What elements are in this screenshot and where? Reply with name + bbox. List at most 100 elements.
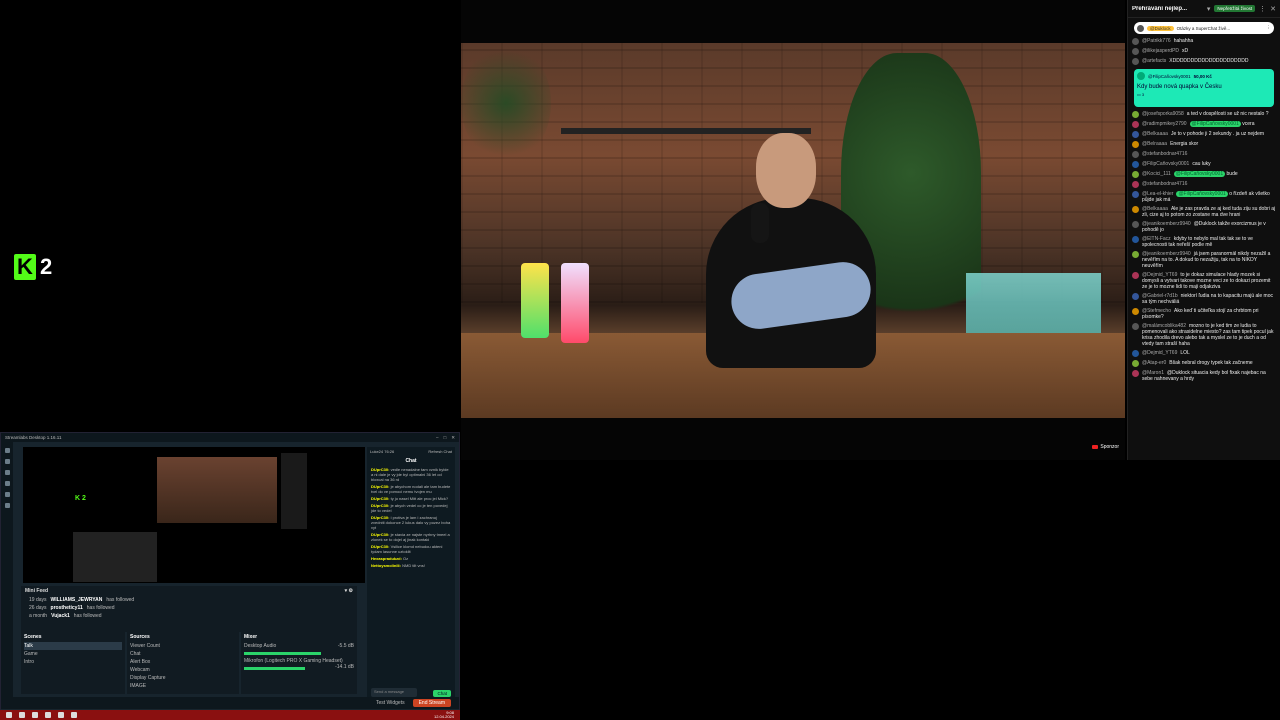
chat-mode-dropdown[interactable]: Přehrávání nejlep... (1132, 6, 1203, 12)
chat-username[interactable]: @Patrikk776 (1142, 38, 1171, 44)
feed-action: has followed (73, 613, 102, 619)
layout-icon[interactable] (4, 492, 10, 497)
source-item[interactable]: Viewer Count (130, 642, 236, 650)
chat-user: Hexaspradukzd: (371, 556, 402, 561)
chat-username[interactable]: @Atap-er0 (1142, 360, 1166, 366)
chat-message: @jeanikoemberz9940 @Duklock takže exorciz… (1132, 221, 1276, 233)
superchat-user: @FilipCaňovsky0001 (1148, 73, 1191, 79)
chat-username[interactable]: @Belkaaaa (1142, 131, 1168, 137)
chat-username[interactable]: @stefanbodnar4716 (1142, 181, 1187, 187)
chat-text: LOL (1180, 350, 1190, 356)
source-item[interactable]: Display Capture (130, 674, 236, 682)
avatar (1132, 58, 1139, 65)
scene-item[interactable]: Talk (24, 642, 122, 650)
filter-icon[interactable]: ▾ ⚙ (345, 588, 353, 594)
chat-message: @FilipCaňovsky0001 cau luky (1132, 161, 1276, 168)
window-titlebar[interactable]: Streamlabs Desktop 1.16.11 – □ ✕ (1, 433, 459, 442)
feed-row: 26 days prostheticy11 has followed (21, 604, 357, 612)
chat-text: xD (1182, 48, 1189, 54)
badge-label: Sponzor (1100, 444, 1119, 450)
chat-send-button[interactable]: Chat (433, 690, 451, 697)
mention-chip[interactable]: @FilipCaňovsky0001 (1173, 171, 1226, 177)
sources-title: Sources (130, 634, 150, 640)
browser-icon[interactable] (32, 712, 38, 718)
bottom-docks: Scenes Talk Game Intro Sources Viewer Co… (21, 632, 357, 694)
theme-icon[interactable] (4, 459, 10, 464)
feed-user: Vujack1 (51, 613, 70, 619)
volume-slider[interactable] (244, 667, 305, 670)
pinned-message[interactable]: @Duklock Otázky a SuperChat živě... ⋮ (1134, 22, 1274, 34)
end-stream-button[interactable]: End Stream (412, 699, 451, 707)
chat-username[interactable]: @Kocici_111 (1142, 171, 1171, 177)
source-item[interactable]: IMAGE (130, 682, 236, 690)
volume-slider[interactable] (244, 652, 321, 655)
app-icon[interactable] (71, 712, 77, 718)
folder-icon[interactable] (45, 712, 51, 718)
chat-message: @Dejmid_YT69 LOL (1132, 350, 1276, 357)
chat-message: @stefanbodnar4716 (1132, 151, 1276, 158)
refresh-chat-button[interactable]: Refresh Chat (428, 449, 452, 454)
mention-chip[interactable]: @FilipCaňovsky0001 (1189, 121, 1241, 127)
drink-can (521, 263, 549, 338)
streamlabs-window[interactable]: Streamlabs Desktop 1.16.11 – □ ✕ K 2 Min… (0, 432, 460, 720)
mini-feed: Mini Feed ▾ ⚙ 19 days WILLIAMS_JEWRYAN has … (21, 586, 357, 632)
settings-icon[interactable] (4, 503, 10, 508)
apps-icon[interactable] (4, 470, 10, 475)
chat-input[interactable]: Send a message (371, 688, 417, 697)
chat-username[interactable]: @ilikejasperdPD (1142, 48, 1179, 54)
k-icon: K (14, 254, 36, 280)
chat-messages[interactable]: @josefsporka9058 a ted v dospělosti se už… (1128, 111, 1280, 382)
chat-username[interactable]: @josefsporka9058 (1142, 111, 1184, 117)
avatar (1132, 350, 1139, 357)
source-item[interactable]: Alert Box (130, 658, 236, 666)
search-icon[interactable] (19, 712, 25, 718)
app-icon[interactable] (58, 712, 64, 718)
chat-username[interactable]: @stefanbodnar4716 (1142, 151, 1187, 157)
chat-message: @Kocici_111 @FilipCaňovsky0001 bude (1132, 171, 1276, 178)
close-icon[interactable]: ✕ (451, 435, 455, 441)
video-frame[interactable] (461, 43, 1125, 418)
mention-chip[interactable]: @FilipCaňovsky0001 (1176, 191, 1228, 197)
video-player[interactable]: Sponzor (461, 0, 1125, 460)
avatar (1132, 191, 1139, 198)
nav-sidebar (1, 442, 13, 704)
reply-icon: ▭ (1137, 92, 1141, 97)
stream-preview[interactable]: K 2 (23, 447, 365, 583)
maximize-icon[interactable]: □ (444, 435, 447, 441)
scene-item[interactable]: Game (24, 650, 122, 658)
chat-username[interactable]: @Belraaaa (1142, 141, 1167, 147)
chat-username[interactable]: @Dejmid_YT69 (1142, 350, 1177, 356)
channel-name: Desktop Audio (244, 643, 277, 649)
chat-message: @stefanbodnar4716 (1132, 181, 1276, 188)
source-item[interactable]: Chat (130, 650, 236, 658)
close-icon[interactable]: ✕ (1270, 5, 1276, 13)
feed-time: 26 days (29, 605, 47, 611)
chat-username[interactable]: @FilipCaňovsky0001 (1142, 161, 1189, 167)
clock[interactable]: 9:08 12.04.2024 (434, 711, 454, 719)
chat-text: cau luky (1192, 161, 1211, 167)
more-icon[interactable]: ⋮ (1259, 5, 1266, 13)
plant-left (461, 43, 551, 163)
editor-icon[interactable] (4, 448, 10, 453)
live-pill[interactable]: Nepřetržitá živost (1214, 5, 1256, 12)
source-item[interactable]: Webcam (130, 666, 236, 674)
scene-item[interactable]: Intro (24, 658, 122, 666)
status-bar: Test Widgets End Stream (1, 697, 459, 709)
avatar (1132, 48, 1139, 55)
chat-message: @ilikejasperdPD xD (1132, 48, 1276, 55)
chat-messages[interactable]: @Patrikk776 hahahha @ilikejasperdPD xD @ar… (1128, 38, 1280, 65)
badge-icon (1092, 445, 1099, 449)
chat-username[interactable]: @artefacts (1142, 58, 1166, 64)
more-icon[interactable]: ⋮ (1267, 25, 1272, 31)
mixer-channel: Mikrofon (Logitech PRO X Gaming Headset)… (244, 657, 354, 670)
start-icon[interactable] (6, 712, 12, 718)
superchat-card[interactable]: @FilipCaňovsky0001 50,00 Kč Kdy bude nov… (1134, 69, 1274, 107)
minimize-icon[interactable]: – (436, 435, 439, 441)
chat-line: DUprC30: Vsilice klomd nebudou akteni ty… (367, 543, 455, 555)
chevron-down-icon[interactable]: ▾ (1207, 5, 1211, 13)
avatar (1132, 251, 1139, 258)
highlighter-icon[interactable] (4, 481, 10, 486)
test-widgets-button[interactable]: Test Widgets (376, 700, 405, 706)
chat-lines[interactable]: DUprC30: vedle nenadalne tam vznik bylde… (367, 466, 455, 569)
chat-username[interactable]: @radimpmikey2790 (1142, 121, 1187, 127)
